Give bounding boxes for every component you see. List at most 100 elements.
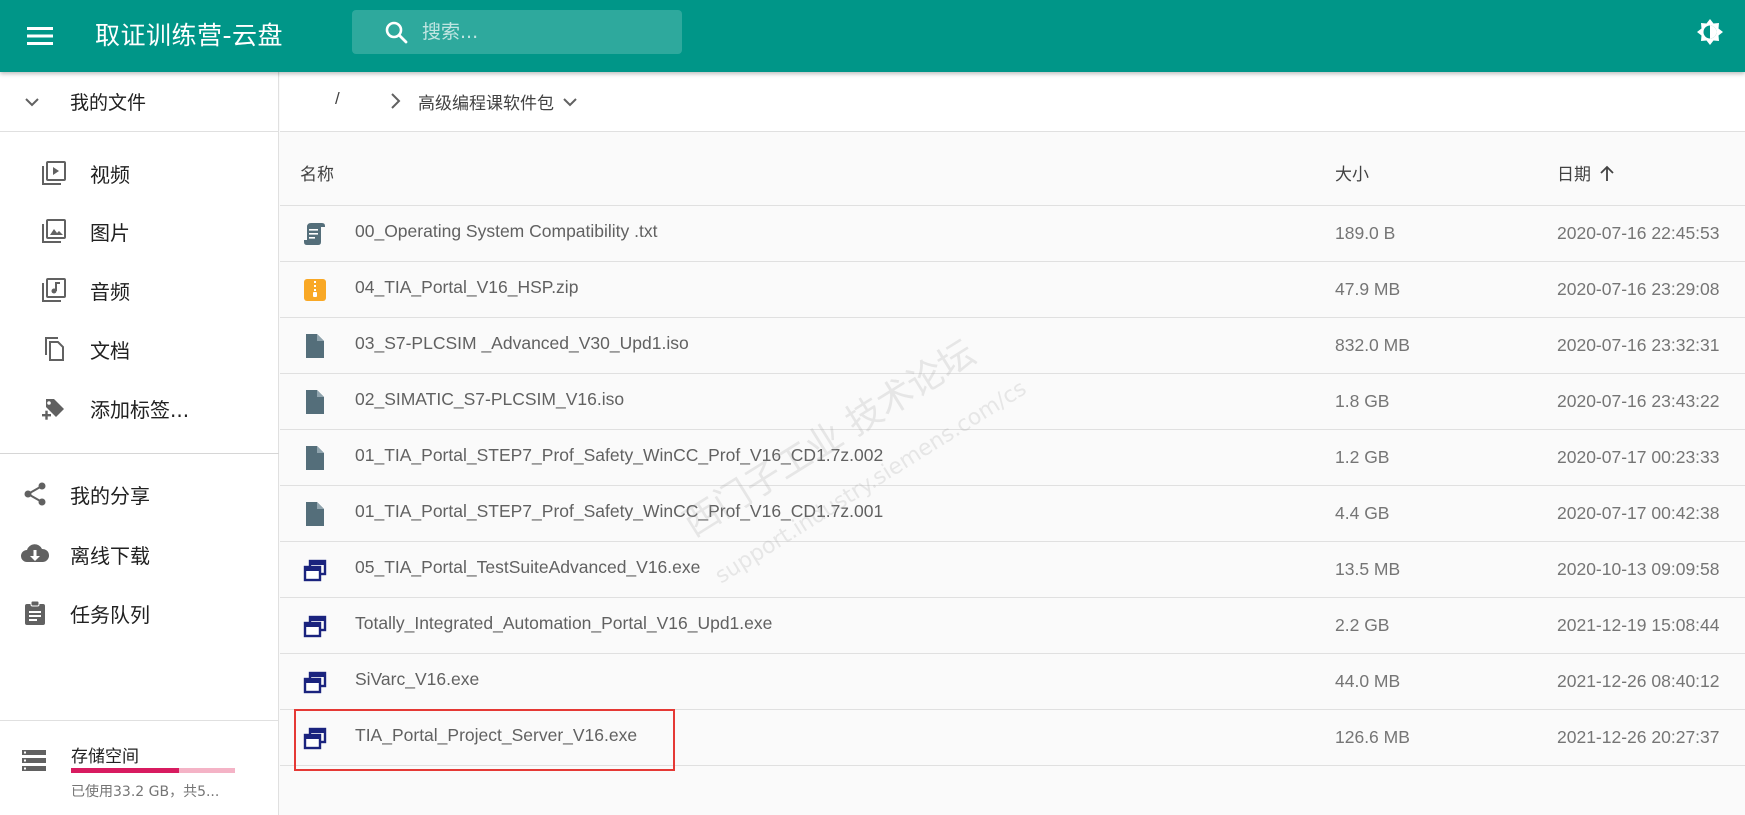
- library-music-icon: [40, 276, 68, 304]
- column-header-name[interactable]: 名称: [300, 160, 334, 185]
- exe-file-icon: [301, 724, 329, 752]
- table-row[interactable]: 00_Operating System Compatibility .txt 1…: [280, 206, 1745, 262]
- file-size: 47.9 MB: [1335, 279, 1401, 299]
- assignment-icon: [20, 598, 50, 628]
- file-name: 05_TIA_Portal_TestSuiteAdvanced_V16.exe: [355, 557, 701, 577]
- sidebar-my-files-label: 我的文件: [70, 92, 147, 114]
- exe-file-icon: [301, 612, 329, 640]
- sidebar: 我的文件 视频 图片 音频 文档 添加标签... 我的分享 离线下载 任务队列 …: [0, 72, 279, 815]
- file-size: 1.2 GB: [1335, 447, 1390, 467]
- sidebar-item-label: 视频: [90, 162, 130, 187]
- table-row[interactable]: 01_TIA_Portal_STEP7_Prof_Safety_WinCC_Pr…: [280, 486, 1745, 542]
- sidebar-item-label: 添加标签...: [90, 397, 190, 422]
- exe-file-icon: [301, 668, 329, 696]
- brightness-icon[interactable]: [1694, 16, 1726, 48]
- app-title: 取证训练营-云盘: [95, 21, 284, 50]
- sidebar-item-photos[interactable]: 图片: [0, 202, 279, 260]
- storage-title: 存储空间: [71, 747, 139, 767]
- sidebar-item-add-tag[interactable]: 添加标签...: [0, 379, 279, 437]
- file-date: 2020-07-17 00:42:38: [1557, 503, 1720, 523]
- file-name: 01_TIA_Portal_STEP7_Prof_Safety_WinCC_Pr…: [355, 501, 884, 521]
- table-header: 名称 大小 日期: [280, 133, 1745, 206]
- app-bar: 取证训练营-云盘: [0, 0, 1745, 72]
- storage-usage: 已使用33.2 GB，共5...: [71, 784, 220, 800]
- file-icon: [301, 388, 329, 416]
- storage-panel: 存储空间 已使用33.2 GB，共5...: [0, 720, 279, 815]
- file-size: 2.2 GB: [1335, 615, 1390, 635]
- table-row[interactable]: 02_SIMATIC_S7-PLCSIM_V16.iso 1.8 GB 2020…: [280, 374, 1745, 430]
- file-icon: [301, 444, 329, 472]
- file-name: Totally_Integrated_Automation_Portal_V16…: [355, 613, 773, 633]
- photo-library-icon: [40, 217, 68, 245]
- sidebar-item-documents[interactable]: 文档: [0, 320, 279, 378]
- table-row[interactable]: 01_TIA_Portal_STEP7_Prof_Safety_WinCC_Pr…: [280, 430, 1745, 486]
- table-row[interactable]: 05_TIA_Portal_TestSuiteAdvanced_V16.exe …: [280, 542, 1745, 598]
- text-file-icon: [301, 220, 329, 248]
- column-header-date[interactable]: 日期: [1557, 160, 1615, 185]
- sidebar-item-label: 任务队列: [70, 602, 150, 627]
- storage-progress-bar: [71, 768, 235, 773]
- file-icon: [301, 332, 329, 360]
- search-input[interactable]: [422, 21, 662, 43]
- breadcrumb-root[interactable]: /: [335, 89, 340, 109]
- file-name: 03_S7-PLCSIM _Advanced_V30_Upd1.iso: [355, 333, 689, 353]
- cloud-download-icon: [20, 539, 50, 569]
- file-name: 04_TIA_Portal_V16_HSP.zip: [355, 277, 579, 297]
- file-name: 01_TIA_Portal_STEP7_Prof_Safety_WinCC_Pr…: [355, 445, 884, 465]
- file-size: 13.5 MB: [1335, 559, 1401, 579]
- share-icon: [20, 479, 50, 509]
- file-copy-icon: [40, 335, 68, 363]
- sidebar-item-audio[interactable]: 音频: [0, 261, 279, 319]
- file-date: 2020-07-16 23:32:31: [1557, 335, 1720, 355]
- sidebar-item-label: 音频: [90, 279, 130, 304]
- file-date: 2021-12-26 08:40:12: [1557, 671, 1720, 691]
- file-name: 02_SIMATIC_S7-PLCSIM_V16.iso: [355, 389, 625, 409]
- sidebar-item-label: 文档: [90, 338, 130, 363]
- table-row[interactable]: 04_TIA_Portal_V16_HSP.zip 47.9 MB 2020-0…: [280, 262, 1745, 318]
- breadcrumb-folder-label: 高级编程课软件包: [418, 94, 554, 114]
- table-row[interactable]: 03_S7-PLCSIM _Advanced_V30_Upd1.iso 832.…: [280, 318, 1745, 374]
- tag-plus-icon: [40, 394, 68, 422]
- file-date: 2020-07-16 22:45:53: [1557, 223, 1720, 243]
- file-size: 189.0 B: [1335, 223, 1396, 243]
- sidebar-item-video[interactable]: 视频: [0, 144, 279, 202]
- file-date: 2020-07-16 23:43:22: [1557, 391, 1720, 411]
- file-size: 832.0 MB: [1335, 335, 1410, 355]
- file-name: TIA_Portal_Project_Server_V16.exe: [355, 725, 638, 745]
- file-icon: [301, 500, 329, 528]
- chevron-right-icon: [384, 90, 406, 112]
- search-icon: [382, 18, 410, 46]
- menu-icon[interactable]: [22, 20, 58, 52]
- arrow-up-icon: [1599, 164, 1615, 182]
- storage-progress-fill: [71, 768, 180, 773]
- file-table: 名称 大小 日期 00_Operating System Compatibili…: [280, 133, 1745, 766]
- file-size: 4.4 GB: [1335, 503, 1390, 523]
- file-name: SiVarc_V16.exe: [355, 669, 480, 689]
- file-name: 00_Operating System Compatibility .txt: [355, 221, 658, 241]
- column-header-size[interactable]: 大小: [1335, 160, 1369, 185]
- file-size: 44.0 MB: [1335, 671, 1401, 691]
- sidebar-item-label: 离线下载: [70, 543, 150, 568]
- chevron-down-icon: [560, 92, 580, 112]
- sidebar-item-my-share[interactable]: 我的分享: [0, 465, 279, 523]
- file-size: 126.6 MB: [1335, 727, 1410, 747]
- table-row[interactable]: TIA_Portal_Project_Server_V16.exe 126.6 …: [280, 710, 1745, 766]
- file-date: 2021-12-26 20:27:37: [1557, 727, 1720, 747]
- sidebar-item-offline-download[interactable]: 离线下载: [0, 525, 279, 583]
- file-size: 1.8 GB: [1335, 391, 1390, 411]
- search-box[interactable]: [352, 10, 682, 54]
- column-header-date-label: 日期: [1557, 165, 1591, 185]
- table-row[interactable]: Totally_Integrated_Automation_Portal_V16…: [280, 598, 1745, 654]
- sidebar-item-label: 图片: [90, 220, 130, 245]
- sidebar-item-task-queue[interactable]: 任务队列: [0, 584, 279, 642]
- breadcrumb: / 高级编程课软件包: [280, 72, 1745, 132]
- video-library-icon: [40, 159, 68, 187]
- sidebar-divider: [0, 453, 279, 454]
- table-row[interactable]: SiVarc_V16.exe 44.0 MB 2021-12-26 08:40:…: [280, 654, 1745, 710]
- sidebar-my-files[interactable]: 我的文件: [0, 72, 279, 132]
- chevron-down-icon: [22, 92, 46, 112]
- zip-file-icon: [301, 276, 329, 304]
- sidebar-item-label: 我的分享: [70, 483, 150, 508]
- exe-file-icon: [301, 556, 329, 584]
- breadcrumb-current-folder[interactable]: 高级编程课软件包: [418, 89, 580, 114]
